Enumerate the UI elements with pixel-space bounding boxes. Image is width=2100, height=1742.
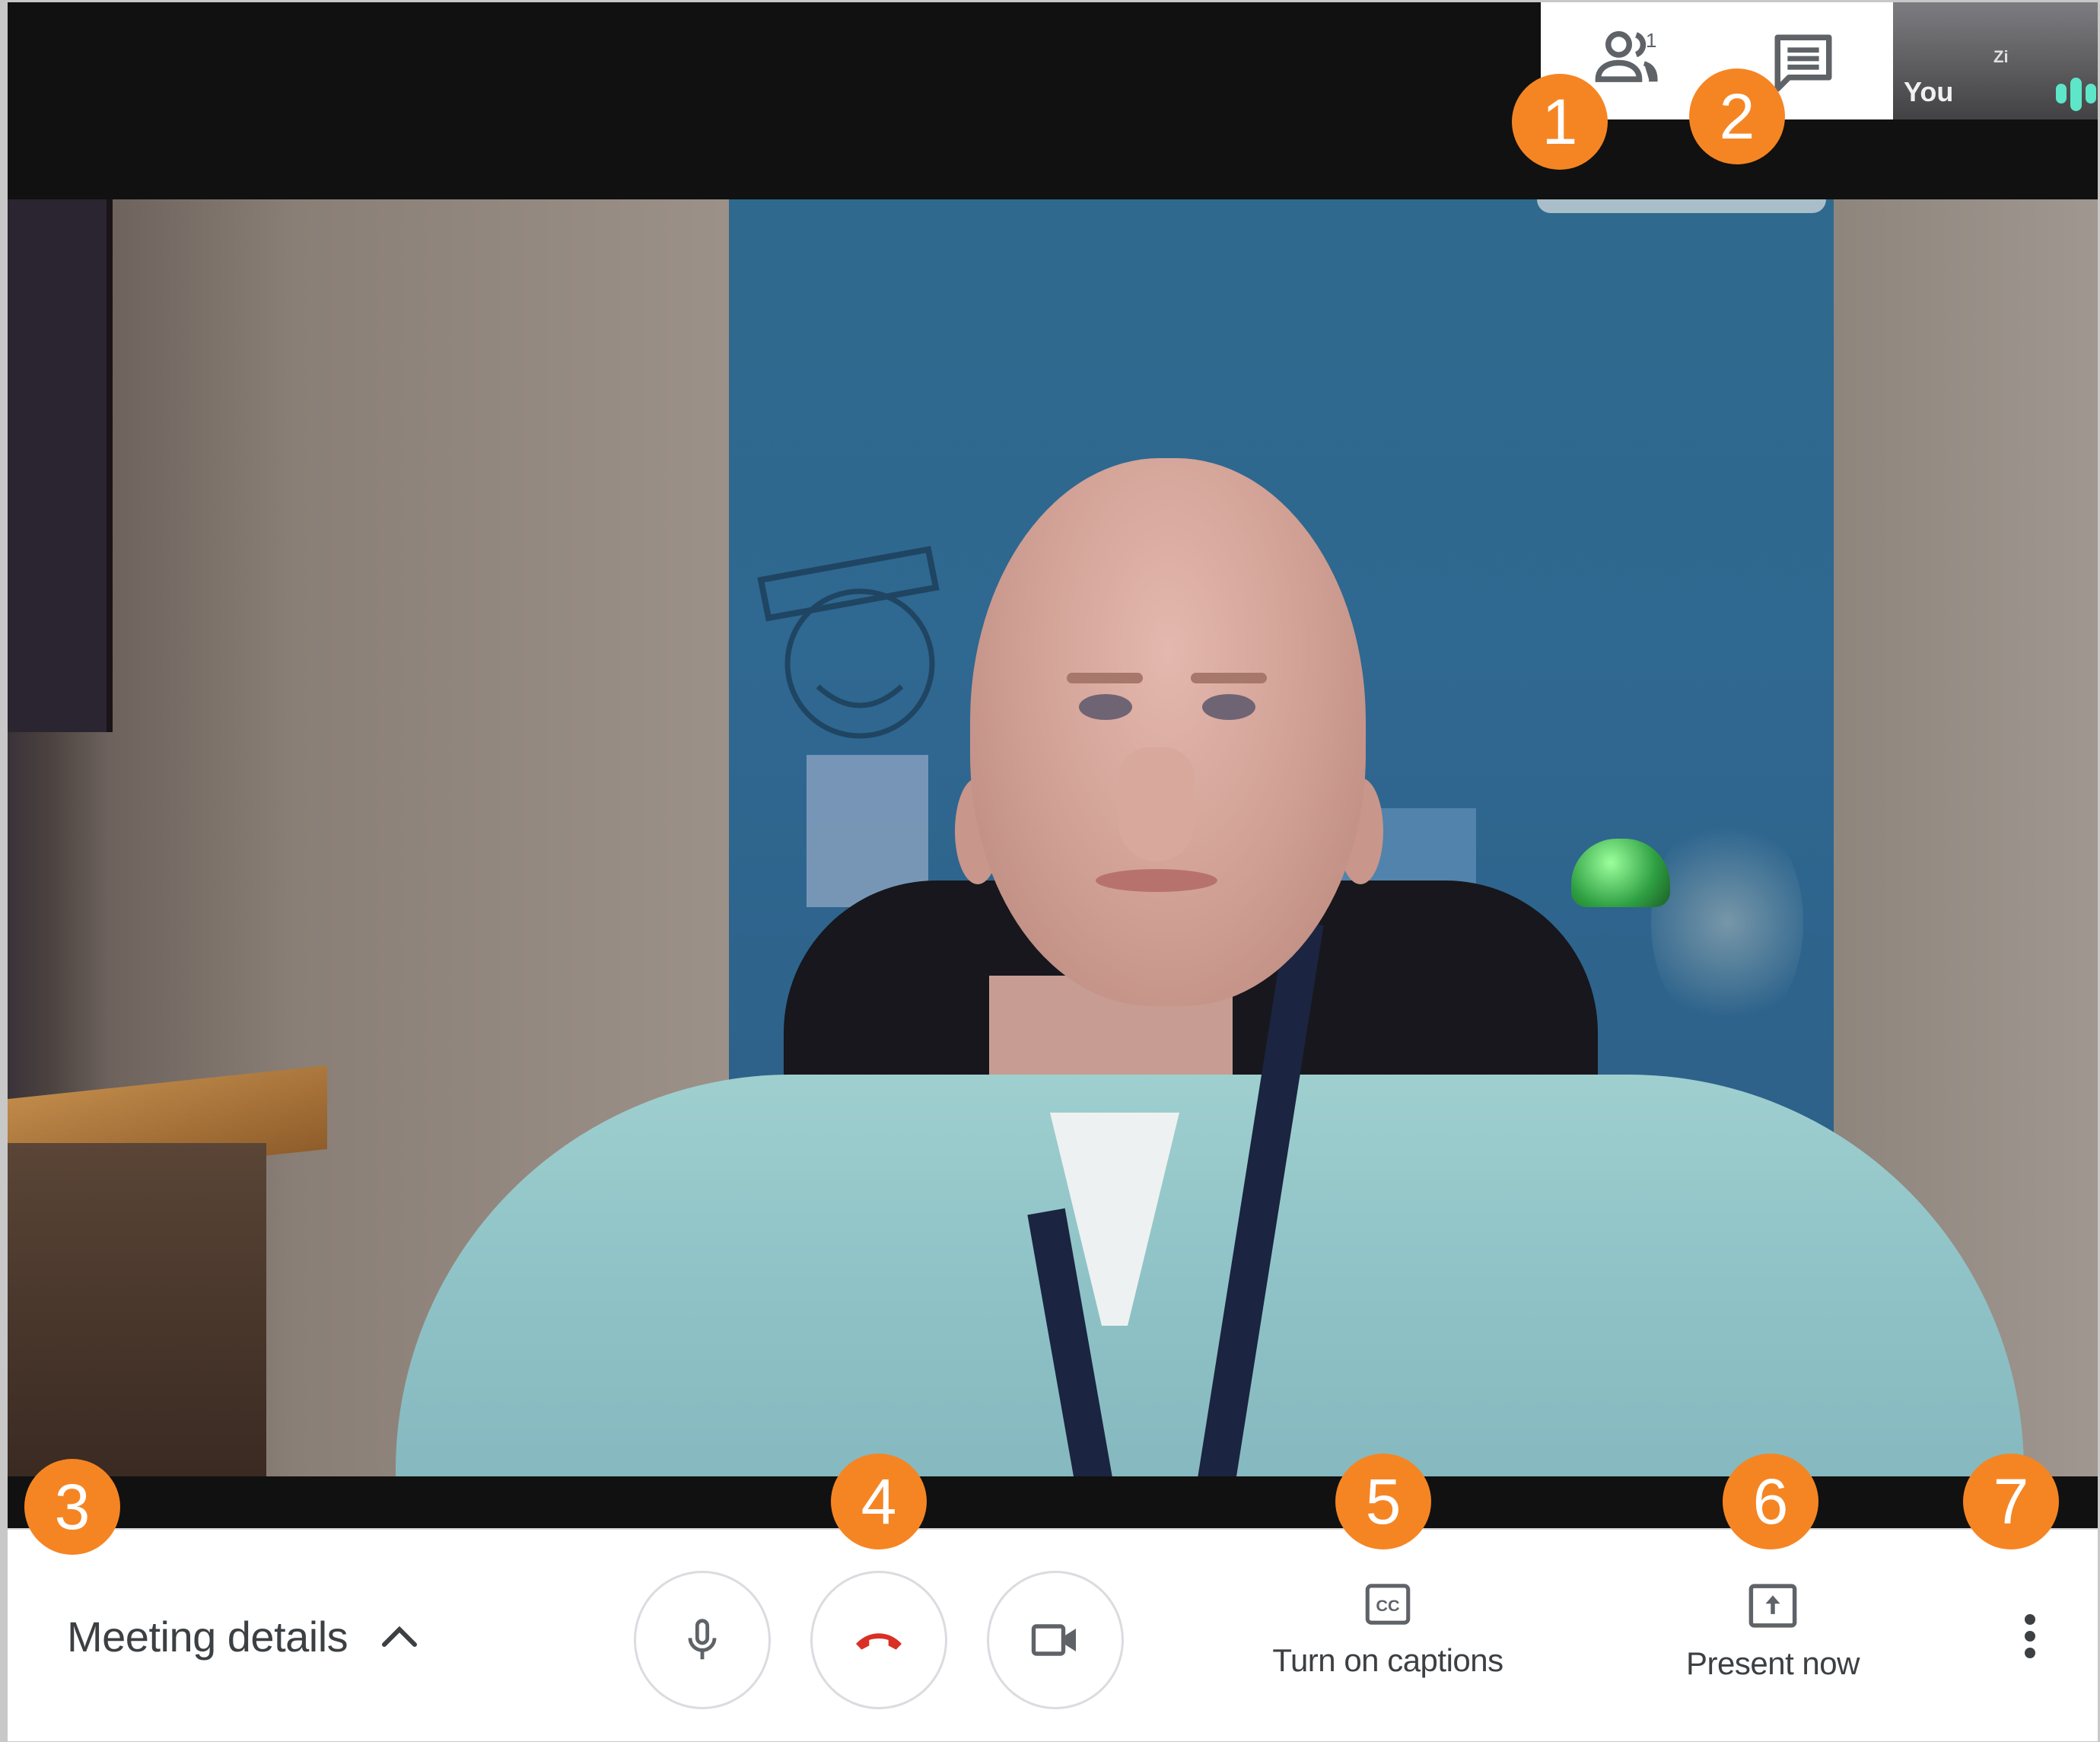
main-video-feed [8, 199, 2098, 1476]
annotation-badge-2: 2 [1689, 68, 1785, 164]
annotation-badge-4: 4 [831, 1454, 927, 1549]
chevron-up-icon [382, 1626, 418, 1647]
annotation-badge-7: 7 [1963, 1454, 2059, 1549]
present-now-button[interactable]: Present now [1678, 1583, 1868, 1682]
microphone-toggle-button[interactable] [634, 1571, 771, 1709]
video-camera-icon [1031, 1624, 1076, 1656]
captions-label: Turn on captions [1272, 1642, 1503, 1678]
video-person-head [970, 458, 1366, 1006]
video-wall-frame [8, 199, 113, 732]
video-person-eye [1202, 694, 1255, 720]
video-poster-glare [1537, 199, 1826, 213]
video-person-brow [1067, 673, 1143, 683]
meeting-details-label: Meeting details [67, 1612, 348, 1661]
microphone-icon [688, 1619, 717, 1660]
annotation-badge-1: 1 [1512, 74, 1608, 170]
annotation-badge-5: 5 [1335, 1454, 1431, 1549]
chat-icon [1774, 34, 1832, 92]
video-person-eye [1079, 694, 1132, 720]
svg-text:CC: CC [1376, 1596, 1400, 1615]
chat-button[interactable] [1769, 29, 1838, 97]
more-vertical-icon[interactable] [2013, 1606, 2048, 1667]
audio-level-icon [2056, 78, 2096, 111]
video-desk [8, 1143, 266, 1476]
participant-count: 1 [1646, 29, 1657, 52]
meeting-details-button[interactable]: Meeting details [67, 1606, 418, 1667]
self-tile-initial: Zi [1993, 47, 2009, 66]
video-person-nose [1118, 747, 1195, 861]
present-screen-icon [1748, 1584, 1797, 1628]
end-call-button[interactable] [810, 1571, 947, 1709]
video-person-brow [1191, 673, 1267, 683]
captions-button[interactable]: CC Turn on captions [1262, 1583, 1513, 1679]
video-cartoon-drawing [757, 546, 940, 907]
present-now-label: Present now [1686, 1645, 1860, 1681]
video-lamp-glow [1651, 808, 1803, 1037]
camera-toggle-button[interactable] [987, 1571, 1124, 1709]
show-participants-button[interactable] [1590, 19, 1674, 95]
video-person-mouth [1096, 869, 1217, 892]
self-tile-label: You [1904, 76, 1954, 107]
annotation-badge-6: 6 [1723, 1454, 1818, 1549]
annotation-badge-3: 3 [24, 1459, 120, 1555]
closed-captions-icon: CC [1365, 1584, 1411, 1625]
hang-up-icon [856, 1633, 902, 1650]
